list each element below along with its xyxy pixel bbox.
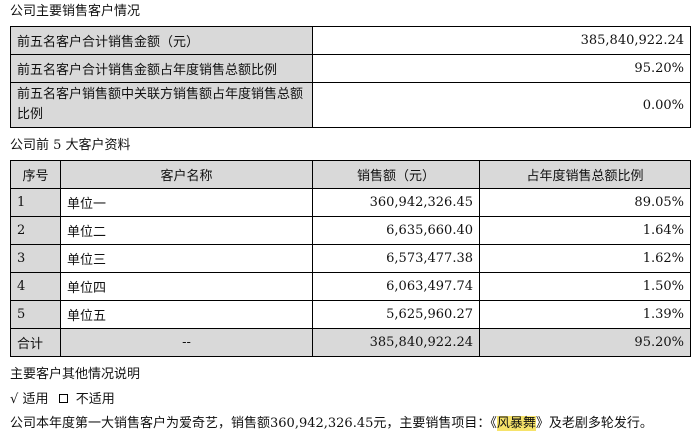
check-mark-icon: √ xyxy=(10,392,19,407)
row-index: 4 xyxy=(10,272,61,301)
table-total-row: 合计 -- 385,840,922.24 95.20% xyxy=(10,328,691,357)
table-row: 4 单位四 6,063,497.74 1.50% xyxy=(10,272,691,301)
note-text-after: 》及老剧多轮发行。 xyxy=(535,416,653,431)
row-sales-ratio: 1.50% xyxy=(479,272,691,301)
header-index: 序号 xyxy=(10,160,61,189)
note-highlighted-title: 风暴舞 xyxy=(496,416,536,431)
header-customer-name: 客户名称 xyxy=(60,160,313,189)
applicable-options: √ 适用 不适用 xyxy=(10,391,115,409)
applicable-no-label: 不适用 xyxy=(75,392,115,407)
header-sales-ratio: 占年度销售总额比例 xyxy=(479,160,691,189)
row-sales-ratio: 1.64% xyxy=(479,216,691,245)
row-customer-name: 单位二 xyxy=(60,216,313,245)
summary-label: 前五名客户合计销售金额占年度销售总额比例 xyxy=(10,54,313,83)
row-customer-name: 单位四 xyxy=(60,272,313,301)
row-sales-amount: 5,625,960.27 xyxy=(312,300,480,329)
row-index: 5 xyxy=(10,300,61,329)
top-customer-note: 公司本年度第一大销售客户为爱奇艺，销售额360,942,326.45元，主要销售… xyxy=(10,415,653,433)
table-row: 5 单位五 5,625,960.27 1.39% xyxy=(10,300,691,329)
table-header-row: 序号 客户名称 销售额（元） 占年度销售总额比例 xyxy=(10,160,691,189)
total-label: 合计 xyxy=(10,328,61,357)
table-row: 2 单位二 6,635,660.40 1.64% xyxy=(10,216,691,245)
row-sales-amount: 360,942,326.45 xyxy=(312,188,480,217)
row-index: 1 xyxy=(10,188,61,217)
top5-customers-table: 序号 客户名称 销售额（元） 占年度销售总额比例 1 单位一 360,942,3… xyxy=(10,160,691,357)
summary-label: 前五名客户合计销售金额（元） xyxy=(10,26,313,55)
row-sales-ratio: 89.05% xyxy=(479,188,691,217)
table-row: 1 单位一 360,942,326.45 89.05% xyxy=(10,188,691,217)
section-title-top5: 公司前 5 大客户资料 xyxy=(10,138,131,153)
row-index: 2 xyxy=(10,216,61,245)
row-customer-name: 单位三 xyxy=(60,244,313,273)
applicable-yes-label: 适用 xyxy=(22,392,49,407)
summary-label: 前五名客户销售额中关联方销售额占年度销售总额比例 xyxy=(10,82,313,128)
summary-value: 385,840,922.24 xyxy=(312,26,691,55)
total-sales-amount: 385,840,922.24 xyxy=(312,328,480,357)
section-title-main-customers: 公司主要销售客户情况 xyxy=(10,4,141,19)
row-sales-amount: 6,063,497.74 xyxy=(312,272,480,301)
section-title-other-notes: 主要客户其他情况说明 xyxy=(10,367,141,382)
row-sales-amount: 6,635,660.40 xyxy=(312,216,480,245)
summary-value: 95.20% xyxy=(312,54,691,83)
row-index: 3 xyxy=(10,244,61,273)
row-customer-name: 单位一 xyxy=(60,188,313,217)
total-customer-name: -- xyxy=(60,328,313,357)
row-sales-ratio: 1.62% xyxy=(479,244,691,273)
row-sales-ratio: 1.39% xyxy=(479,300,691,329)
summary-row: 前五名客户销售额中关联方销售额占年度销售总额比例 0.00% xyxy=(10,82,691,128)
empty-checkbox-icon xyxy=(58,394,68,403)
row-sales-amount: 6,573,477.38 xyxy=(312,244,480,273)
total-sales-ratio: 95.20% xyxy=(479,328,691,357)
summary-row: 前五名客户合计销售金额（元） 385,840,922.24 xyxy=(10,26,691,55)
note-text-before: 公司本年度第一大销售客户为爱奇艺，销售额360,942,326.45元，主要销售… xyxy=(10,416,497,431)
row-customer-name: 单位五 xyxy=(60,300,313,329)
summary-row: 前五名客户合计销售金额占年度销售总额比例 95.20% xyxy=(10,54,691,83)
header-sales-amount: 销售额（元） xyxy=(312,160,480,189)
summary-value: 0.00% xyxy=(312,82,691,128)
table-row: 3 单位三 6,573,477.38 1.62% xyxy=(10,244,691,273)
summary-table: 前五名客户合计销售金额（元） 385,840,922.24 前五名客户合计销售金… xyxy=(10,26,691,128)
